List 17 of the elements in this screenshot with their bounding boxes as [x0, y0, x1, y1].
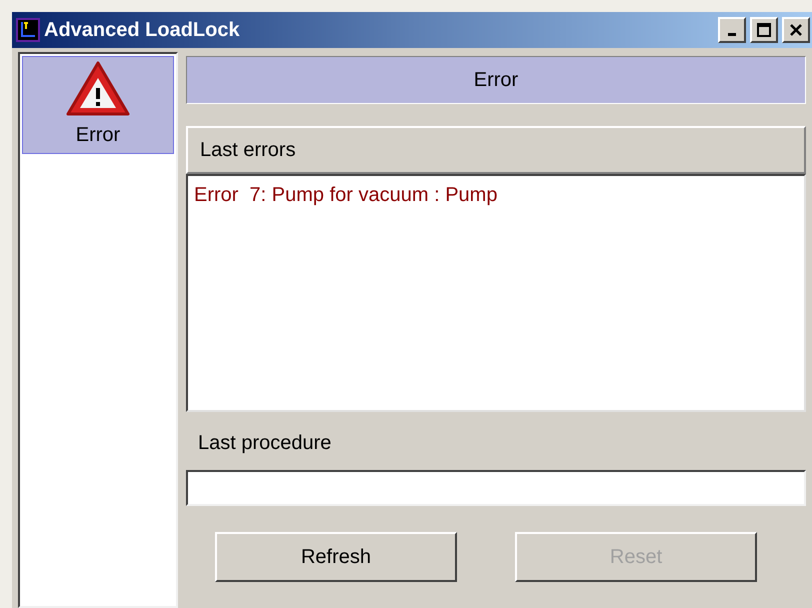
maximize-icon — [757, 23, 771, 37]
maximize-button[interactable] — [750, 17, 778, 43]
warning-icon — [65, 60, 131, 118]
sidebar-item[interactable]: Error — [22, 56, 174, 154]
group-header: Last errors — [186, 126, 806, 174]
close-icon — [789, 23, 803, 37]
minimize-icon — [728, 32, 736, 36]
action-button[interactable]: Refresh — [215, 532, 457, 582]
section-header: Error — [186, 56, 806, 104]
window-title: Advanced LoadLock — [44, 18, 241, 43]
procedure-field[interactable] — [186, 470, 806, 506]
sidebar-item-label: Error — [76, 123, 120, 148]
close-button[interactable] — [782, 17, 810, 43]
error-entry: Error 7: Pump for vacuum : Pump — [194, 183, 498, 208]
minimize-button[interactable] — [718, 17, 746, 43]
field-label: Last procedure — [198, 431, 332, 456]
app-icon — [16, 18, 40, 42]
